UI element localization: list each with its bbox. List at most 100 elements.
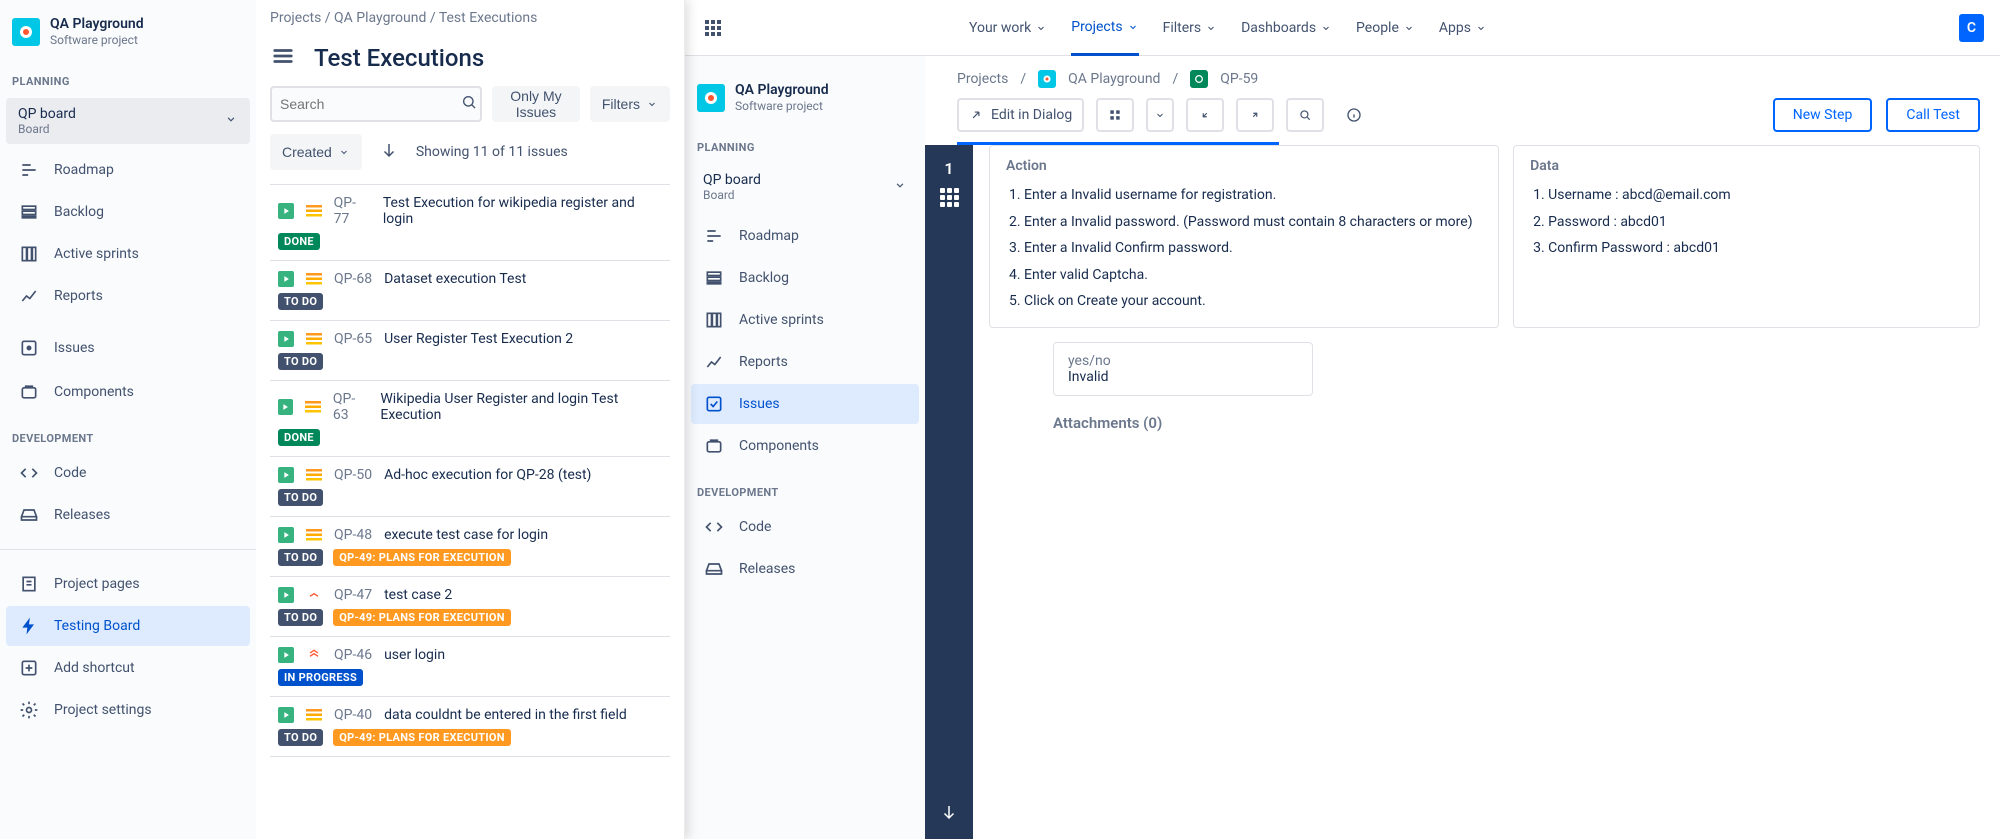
sidebar-item-project settings[interactable]: Project settings [6,690,250,730]
issue-key: QP-50 [334,467,372,483]
layout-grid-button[interactable] [1096,98,1134,132]
sidebar-item-code[interactable]: Code [6,453,250,493]
only-my-issues-button[interactable]: Only My Issues [492,86,580,122]
sidebar-label: Issues [54,340,95,356]
issue-row[interactable]: QP-50 Ad-hoc execution for QP-28 (test) … [270,457,670,517]
sidebar-item-releases[interactable]: Releases [6,495,250,535]
issue-row[interactable]: QP-68 Dataset execution Test TO DO [270,261,670,321]
data-column[interactable]: Data Username : abcd@email.comPassword :… [1513,145,1980,328]
nav-people[interactable]: People [1356,0,1415,55]
issue-key: QP-68 [334,271,372,287]
nav-filters[interactable]: Filters [1163,0,1218,55]
nav-your work[interactable]: Your work [969,0,1047,55]
issue-row[interactable]: QP-63 Wikipedia User Register and login … [270,381,670,457]
right-sidebar: QA Playground Software project PLANNING … [685,56,925,839]
sidebar-item-backlog[interactable]: Backlog [6,192,250,232]
sidebar-item-issues[interactable]: Issues [691,384,919,424]
action-step: Enter a Invalid Confirm password. [1024,235,1482,262]
search-input[interactable] [270,86,482,122]
filters-button[interactable]: Filters [590,86,670,122]
sidebar-item-components[interactable]: Components [691,426,919,466]
sidebar-label: Code [739,519,771,535]
create-button[interactable]: C [1959,14,1984,42]
sort-created-button[interactable]: Created [270,134,362,170]
roadmap-icon [18,160,40,180]
releases-icon [703,559,725,579]
sort-direction-icon[interactable] [380,141,398,163]
sidebar-item-add shortcut[interactable]: Add shortcut [6,648,250,688]
data-header: Data [1530,158,1963,174]
status-badge: IN PROGRESS [278,669,363,686]
test-execution-icon [278,271,294,287]
top-nav: Your work Projects Filters Dashboards People… [685,0,2000,56]
drag-handle-icon[interactable] [940,188,959,207]
nav-apps[interactable]: Apps [1439,0,1487,55]
sidebar-label: Project pages [54,576,140,592]
sidebar-item-active sprints[interactable]: Active sprints [6,234,250,274]
breadcrumb-projects[interactable]: Projects [957,71,1008,87]
sidebar-label: Reports [54,288,103,304]
status-badge: TO DO [278,293,323,310]
project-mini-icon [1038,70,1056,88]
expected-result-box[interactable]: yes/no Invalid [1053,342,1313,396]
breadcrumb-project[interactable]: QA Playground [1068,71,1160,87]
sidebar-item-components[interactable]: Components [6,372,250,412]
sidebar-label: Issues [739,396,780,412]
sidebar-item-reports[interactable]: Reports [691,342,919,382]
sidebar-item-roadmap[interactable]: Roadmap [691,216,919,256]
call-test-button[interactable]: Call Test [1886,98,1980,132]
new-step-button[interactable]: New Step [1773,98,1873,132]
nav-projects[interactable]: Projects [1071,1,1138,56]
queues-icon[interactable] [270,45,296,71]
issue-row[interactable]: QP-46 user login IN PROGRESS [270,637,670,697]
sidebar-item-roadmap[interactable]: Roadmap [6,150,250,190]
sidebar-item-project pages[interactable]: Project pages [6,564,250,604]
arrow-down-icon[interactable] [940,803,958,825]
expand-button[interactable] [1236,98,1274,132]
issue-row[interactable]: QP-77 Test Execution for wikipedia regis… [270,185,670,261]
sidebar-label: Backlog [54,204,104,220]
layout-dropdown-button[interactable] [1146,98,1174,132]
test-execution-icon [278,587,294,603]
board-sub: Board [18,122,76,136]
issue-row[interactable]: QP-65 User Register Test Execution 2 TO … [270,321,670,381]
chevron-down-icon [224,112,238,130]
plus-icon [18,658,40,678]
edit-in-dialog-button[interactable]: Edit in Dialog [957,98,1084,132]
page-icon [18,574,40,594]
data-step: Confirm Password : abcd01 [1548,235,1963,262]
chevron-down-icon [893,178,907,196]
sidebar-item-active sprints[interactable]: Active sprints [691,300,919,340]
dev-label: DEVELOPMENT [685,468,925,505]
nav-dashboards[interactable]: Dashboards [1241,0,1332,55]
page-title: Test Executions [314,44,484,72]
issues-icon [18,338,40,358]
search-tool-button[interactable] [1286,98,1324,132]
sidebar-item-testing board[interactable]: Testing Board [6,606,250,646]
issue-key: QP-63 [333,391,368,423]
status-badge: TO DO [278,549,323,566]
search-field[interactable] [280,96,461,112]
reports-icon [18,286,40,306]
sidebar-item-code[interactable]: Code [691,507,919,547]
priority-icon [306,467,322,483]
issue-row[interactable]: QP-40 data couldnt be entered in the fir… [270,697,670,757]
board-name: QP board [703,172,761,188]
issue-title: user login [384,647,445,663]
sidebar-item-reports[interactable]: Reports [6,276,250,316]
board-name: QP board [18,106,76,122]
breadcrumb-key[interactable]: QP-59 [1220,71,1258,87]
sidebar-item-issues[interactable]: Issues [6,328,250,368]
issue-row[interactable]: QP-48 execute test case for login TO DO … [270,517,670,577]
issue-row[interactable]: QP-47 test case 2 TO DO QP-49: PLANS FOR… [270,577,670,637]
sidebar-label: Roadmap [54,162,114,178]
collapse-button[interactable] [1186,98,1224,132]
app-switcher-icon[interactable] [701,16,725,40]
board-selector[interactable]: QP board Board [6,98,250,144]
status-badge: TO DO [278,353,323,370]
sidebar-item-backlog[interactable]: Backlog [691,258,919,298]
board-selector[interactable]: QP board Board [691,164,919,210]
action-column[interactable]: Action Enter a Invalid username for regi… [989,145,1499,328]
info-button[interactable] [1336,98,1372,132]
sidebar-item-releases[interactable]: Releases [691,549,919,589]
